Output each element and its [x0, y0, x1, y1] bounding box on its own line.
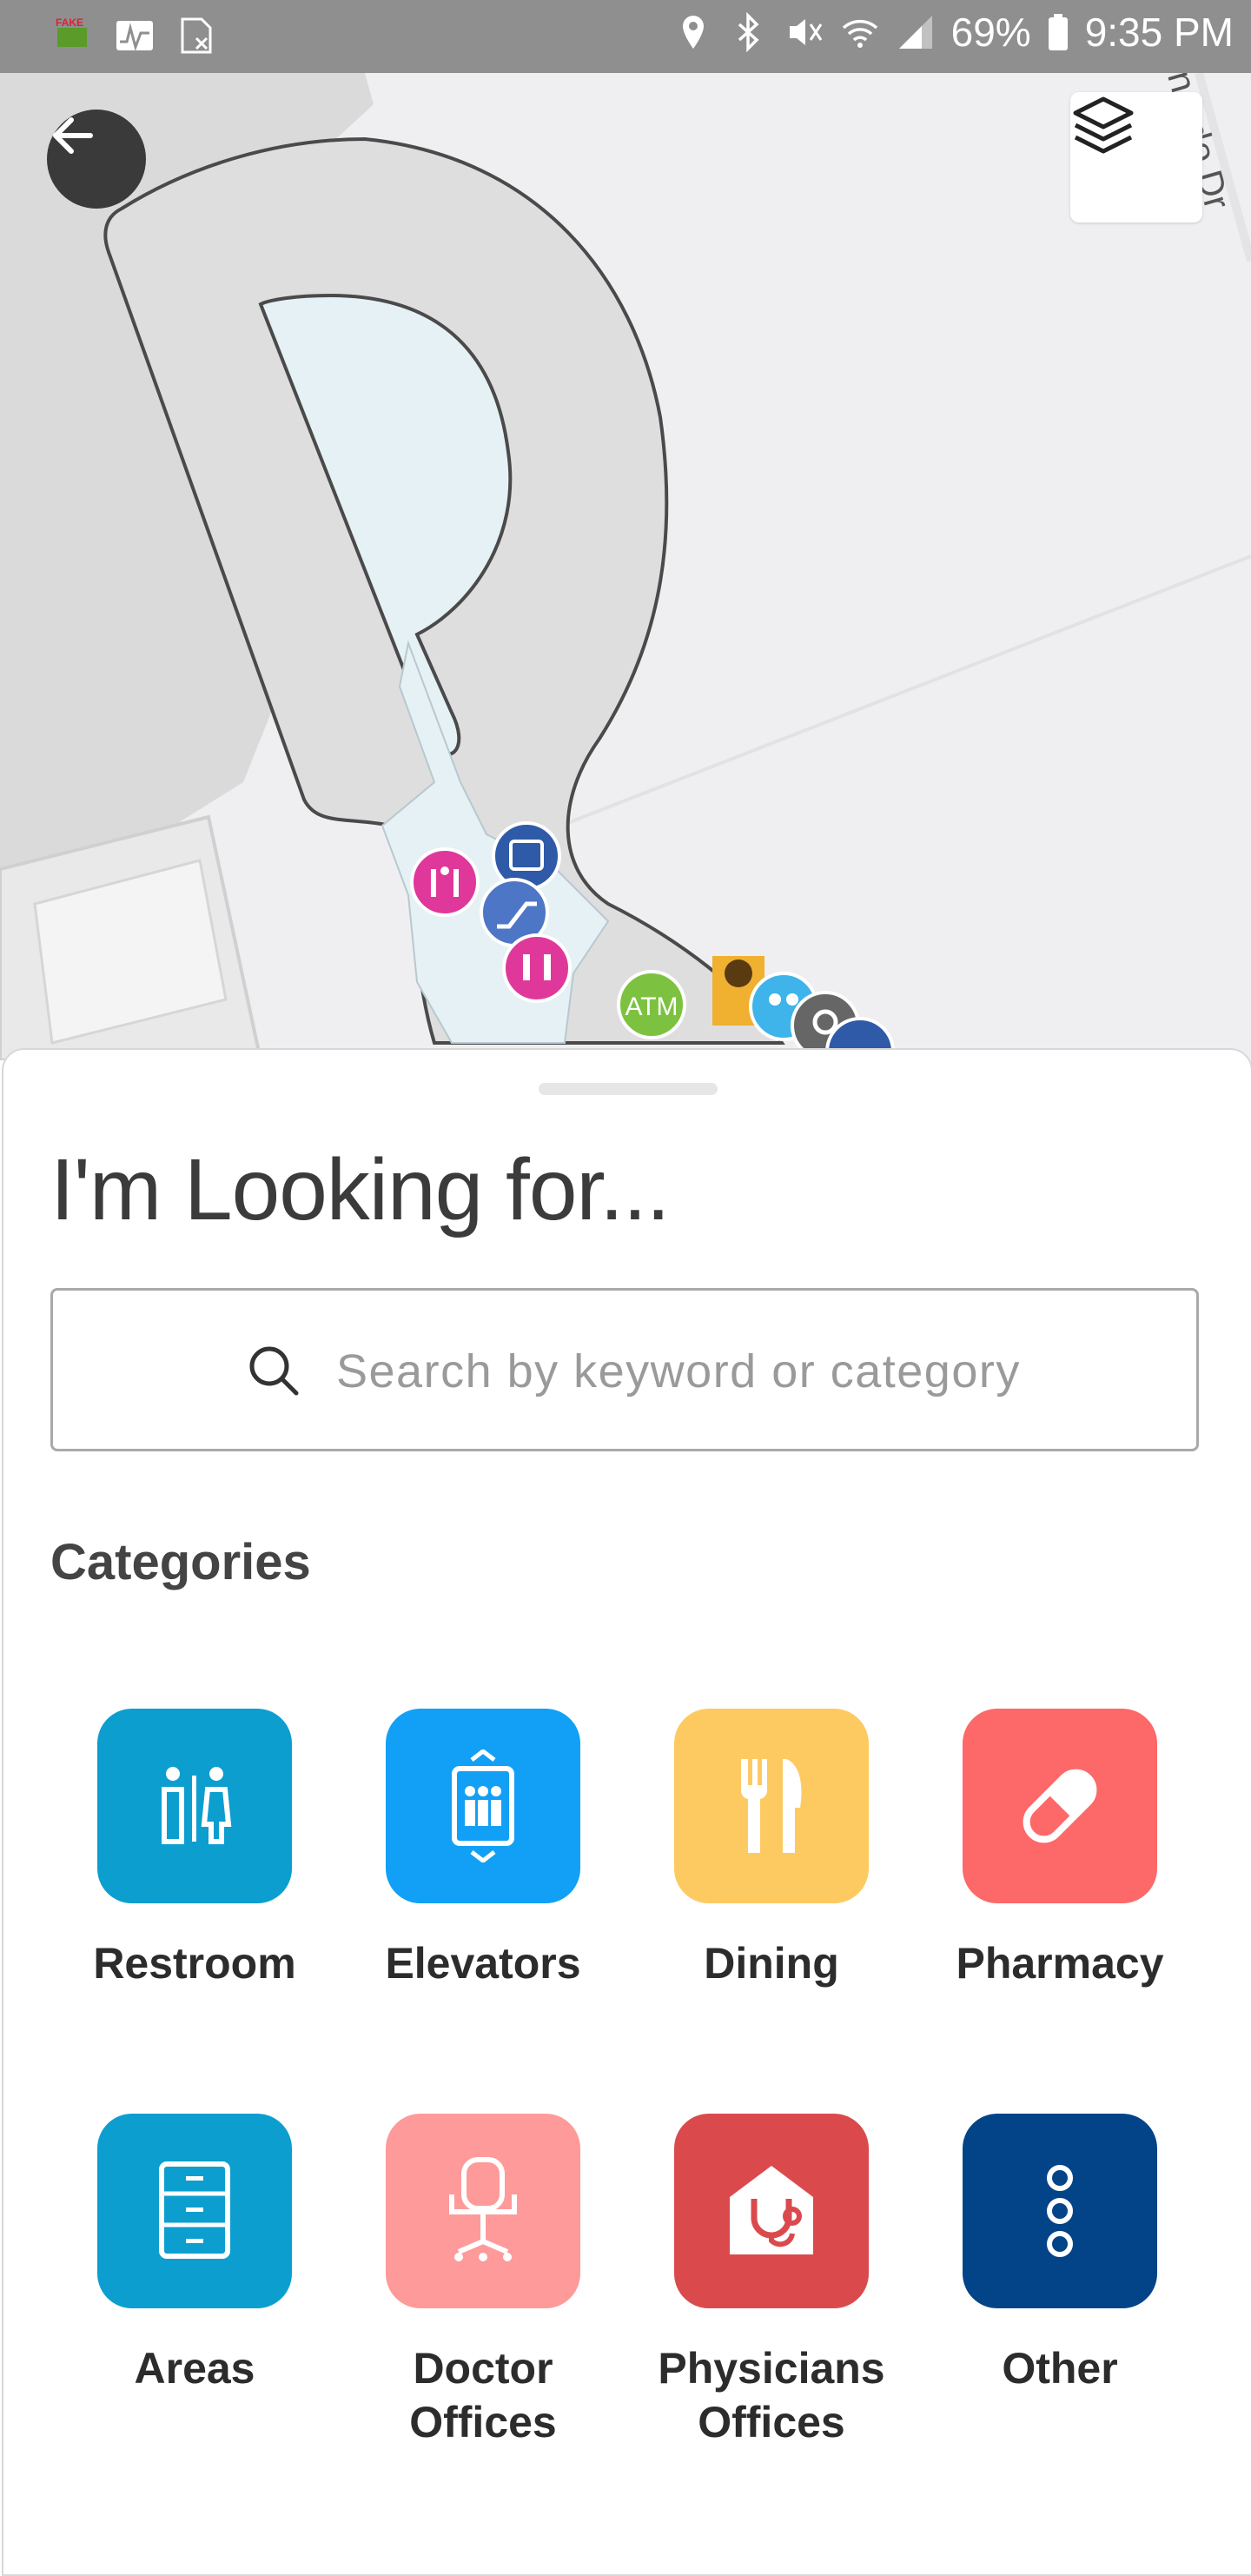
- category-doctor-offices[interactable]: Doctor Offices: [353, 2114, 613, 2449]
- poi-restroom[interactable]: [502, 933, 572, 1003]
- activity-icon: [115, 16, 155, 56]
- category-label: Elevators: [385, 1939, 581, 1988]
- category-label: Areas: [134, 2344, 255, 2393]
- status-bar: FAKE 69% 9:35 PM: [0, 0, 1251, 73]
- office-chair-icon: [386, 2114, 580, 2308]
- back-button[interactable]: [47, 110, 146, 209]
- wifi-icon: [840, 12, 880, 52]
- sheet-title: I'm Looking for...: [50, 1141, 671, 1238]
- dining-icon: [674, 1709, 869, 1903]
- sheet-drag-handle[interactable]: [539, 1083, 718, 1095]
- search-sheet: I'm Looking for... Search by keyword or …: [2, 1048, 1251, 2576]
- category-label: Doctor Offices: [409, 2344, 557, 2447]
- clock: 9:35 PM: [1084, 10, 1234, 55]
- svg-text:FAKE: FAKE: [56, 17, 83, 29]
- search-icon: [249, 1346, 299, 1396]
- category-label: Dining: [704, 1939, 839, 1988]
- restroom-icon: [97, 1709, 292, 1903]
- category-areas[interactable]: Areas: [64, 2114, 325, 2395]
- category-elevators[interactable]: Elevators: [353, 1709, 613, 1990]
- arrow-left-icon: [53, 117, 93, 154]
- category-other[interactable]: Other: [930, 2114, 1190, 2395]
- atm-label: ATM: [625, 993, 678, 1021]
- carrier-no-sim-icon: [177, 16, 217, 56]
- battery-percent: 69%: [950, 10, 1031, 55]
- category-label: Physicians Offices: [658, 2344, 885, 2447]
- bluetooth-icon: [729, 12, 769, 52]
- map-canvas: ATM: [0, 71, 1251, 1060]
- category-label: Pharmacy: [956, 1939, 1164, 1988]
- search-input[interactable]: Search by keyword or category: [50, 1288, 1199, 1451]
- elevator-icon: [386, 1709, 580, 1903]
- status-left-icons: FAKE: [52, 16, 217, 56]
- search-placeholder: Search by keyword or category: [336, 1345, 1021, 1398]
- categories-heading: Categories: [50, 1534, 311, 1590]
- fake-gps-icon: FAKE: [52, 16, 92, 56]
- category-pharmacy[interactable]: Pharmacy: [930, 1709, 1190, 1990]
- cabinet-icon: [97, 2114, 292, 2308]
- more-vertical-icon: [963, 2114, 1157, 2308]
- poi-elevator[interactable]: [492, 821, 561, 891]
- map-view[interactable]: ATM ernardo Dr: [0, 0, 1251, 1060]
- category-label: Other: [1002, 2344, 1118, 2393]
- layers-icon: [1073, 96, 1134, 154]
- category-label: Restroom: [93, 1939, 296, 1988]
- mute-icon: [784, 12, 824, 52]
- battery-icon: [1047, 12, 1069, 52]
- status-right: 69% 9:35 PM: [673, 9, 1234, 56]
- category-physicians-offices[interactable]: Physicians Offices: [641, 2114, 902, 2449]
- category-restroom[interactable]: Restroom: [64, 1709, 325, 1990]
- signal-icon: [896, 12, 936, 52]
- layers-button[interactable]: [1070, 92, 1202, 222]
- poi-atm[interactable]: ATM: [617, 970, 686, 1039]
- pharmacy-icon: [963, 1709, 1157, 1903]
- location-icon: [673, 12, 713, 52]
- poi-restroom-accessible[interactable]: [410, 847, 480, 917]
- category-dining[interactable]: Dining: [641, 1709, 902, 1990]
- stethoscope-house-icon: [674, 2114, 869, 2308]
